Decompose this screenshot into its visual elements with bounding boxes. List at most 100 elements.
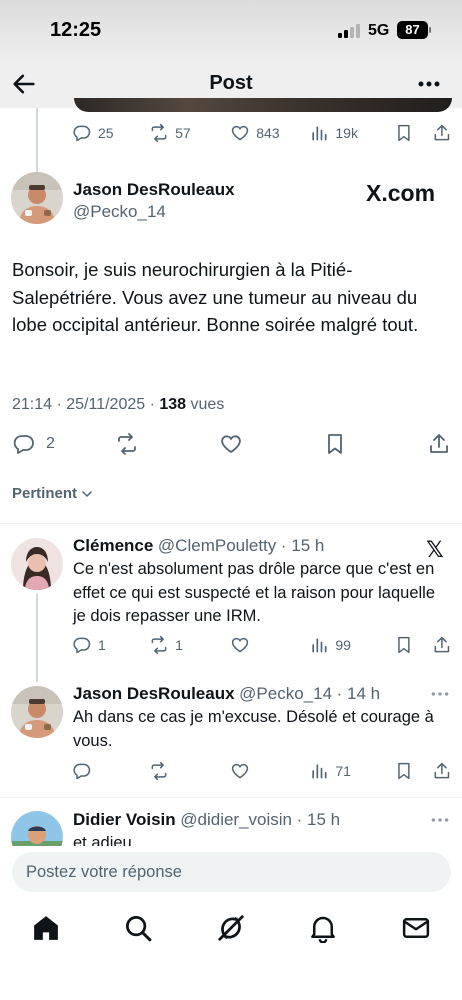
reply-composer[interactable]	[12, 852, 451, 892]
views-button[interactable]: 99	[309, 635, 394, 655]
thread-line	[36, 594, 38, 682]
reply-actions: 1 1 99	[72, 635, 452, 655]
reply-header: Jason DesRouleaux @Pecko_14 · 14 h	[73, 684, 380, 704]
like-button[interactable]	[230, 761, 309, 781]
reply-author-name[interactable]: Clémence	[73, 536, 153, 555]
more-icon[interactable]	[414, 70, 444, 98]
status-bar: 12:25 5G 87	[0, 0, 462, 60]
bookmark-button[interactable]	[323, 432, 347, 456]
notifications-icon[interactable]	[308, 913, 338, 943]
views-button[interactable]: 19k	[309, 123, 394, 143]
heart-icon	[232, 763, 249, 779]
heart-icon	[221, 435, 241, 453]
post-views-label: vues	[186, 396, 225, 413]
views-button[interactable]: 71	[309, 761, 394, 781]
reply-text: Ah dans ce cas je m'excuse. Désolé et co…	[73, 708, 434, 750]
repost-count: 57	[175, 125, 191, 141]
reply-time: · 15 h	[280, 536, 325, 555]
reply-time: · 15 h	[296, 810, 341, 829]
sort-dropdown[interactable]: Pertinent	[12, 485, 93, 502]
reply-count: 25	[98, 125, 114, 141]
network-type: 5G	[368, 22, 390, 39]
x-watermark: X.com	[366, 180, 436, 206]
reply-button[interactable]	[72, 761, 149, 781]
reply-time: · 14 h	[336, 684, 381, 703]
reply-header: Didier Voisin @didier_voisin · 15 h	[73, 810, 340, 830]
share-icon[interactable]	[432, 123, 452, 143]
share-icon	[430, 434, 448, 453]
bookmark-icon[interactable]	[394, 761, 414, 781]
post-meta: 21:14 · 25/11/2025 · 138 vues	[12, 396, 224, 414]
search-icon[interactable]	[123, 913, 153, 943]
reply-author-handle[interactable]: @didier_voisin	[180, 810, 292, 829]
bottom-tab-bar	[0, 900, 462, 1000]
reply-text: et adieu	[73, 834, 132, 846]
grok-icon[interactable]	[216, 913, 246, 943]
reply-author-handle[interactable]: @ClemPouletty	[158, 536, 276, 555]
reply-author-handle[interactable]: @Pecko_14	[239, 684, 332, 703]
views-icon	[312, 126, 327, 141]
reply-icon	[13, 435, 34, 454]
reply-author-name[interactable]: Didier Voisin	[73, 810, 176, 829]
share-icon[interactable]	[432, 761, 452, 781]
post-text: Bonsoir, je suis neurochirurgien à la Pi…	[12, 259, 419, 335]
reply-button[interactable]: 25	[72, 123, 149, 143]
more-icon[interactable]	[430, 816, 450, 824]
reply-text: Ce n'est absolument pas drôle parce que …	[73, 560, 436, 625]
author-handle[interactable]: @Pecko_14	[73, 202, 166, 222]
bookmark-icon	[328, 434, 342, 454]
views-count: 99	[335, 637, 351, 653]
repost-count: 1	[175, 637, 183, 653]
repost-button[interactable]	[115, 432, 139, 456]
reply-count: 1	[98, 637, 106, 653]
reply-button[interactable]: 1	[72, 635, 149, 655]
previous-post-actions: 25 57 843 19k	[72, 123, 452, 143]
repost-icon	[151, 761, 167, 781]
page-title: Post	[209, 72, 253, 94]
battery-icon: 87	[397, 21, 428, 39]
reply-input[interactable]	[12, 852, 451, 892]
messages-icon[interactable]	[401, 913, 431, 943]
views-icon	[312, 638, 327, 653]
author-name[interactable]: Jason DesRouleaux	[73, 180, 235, 200]
reply-icon	[73, 637, 91, 654]
repost-icon	[118, 433, 136, 455]
battery-tip	[429, 27, 431, 33]
share-icon[interactable]	[432, 635, 452, 655]
post-views-count: 138	[159, 396, 187, 413]
reply-button[interactable]: 2	[12, 432, 55, 456]
views-count: 71	[335, 763, 351, 779]
like-button[interactable]	[219, 432, 243, 456]
post-timestamp: 21:14 · 25/11/2025 ·	[12, 396, 160, 413]
views-icon	[312, 764, 327, 779]
sort-label: Pertinent	[12, 485, 78, 502]
bookmark-icon[interactable]	[394, 123, 414, 143]
avatar[interactable]	[11, 811, 63, 846]
share-button[interactable]	[427, 432, 451, 456]
reply-author-name[interactable]: Jason DesRouleaux	[73, 684, 235, 703]
avatar[interactable]	[11, 538, 63, 590]
repost-button[interactable]	[149, 761, 230, 781]
repost-button[interactable]: 1	[149, 635, 230, 655]
reply-cropped: Didier Voisin @didier_voisin · 15 h et a…	[0, 798, 462, 846]
repost-icon	[151, 635, 167, 655]
signal-icon	[338, 24, 360, 38]
avatar[interactable]	[11, 172, 63, 224]
avatar[interactable]	[11, 686, 63, 738]
like-button[interactable]	[230, 635, 309, 655]
repost-button[interactable]: 57	[149, 123, 230, 143]
like-button[interactable]: 843	[230, 123, 309, 143]
reply-header: Clémence @ClemPouletty · 15 h	[73, 536, 324, 556]
repost-icon	[151, 123, 167, 143]
post-actions: 2	[12, 432, 452, 460]
previous-post-media[interactable]	[74, 98, 452, 112]
home-icon[interactable]	[31, 913, 61, 943]
reply-icon	[73, 763, 91, 780]
chevron-down-icon	[82, 490, 92, 497]
reply-actions: 71	[72, 761, 452, 781]
more-icon[interactable]	[430, 690, 450, 698]
divider	[0, 523, 462, 524]
bookmark-icon[interactable]	[394, 635, 414, 655]
reply-count: 2	[46, 435, 55, 452]
heart-icon	[232, 125, 249, 141]
